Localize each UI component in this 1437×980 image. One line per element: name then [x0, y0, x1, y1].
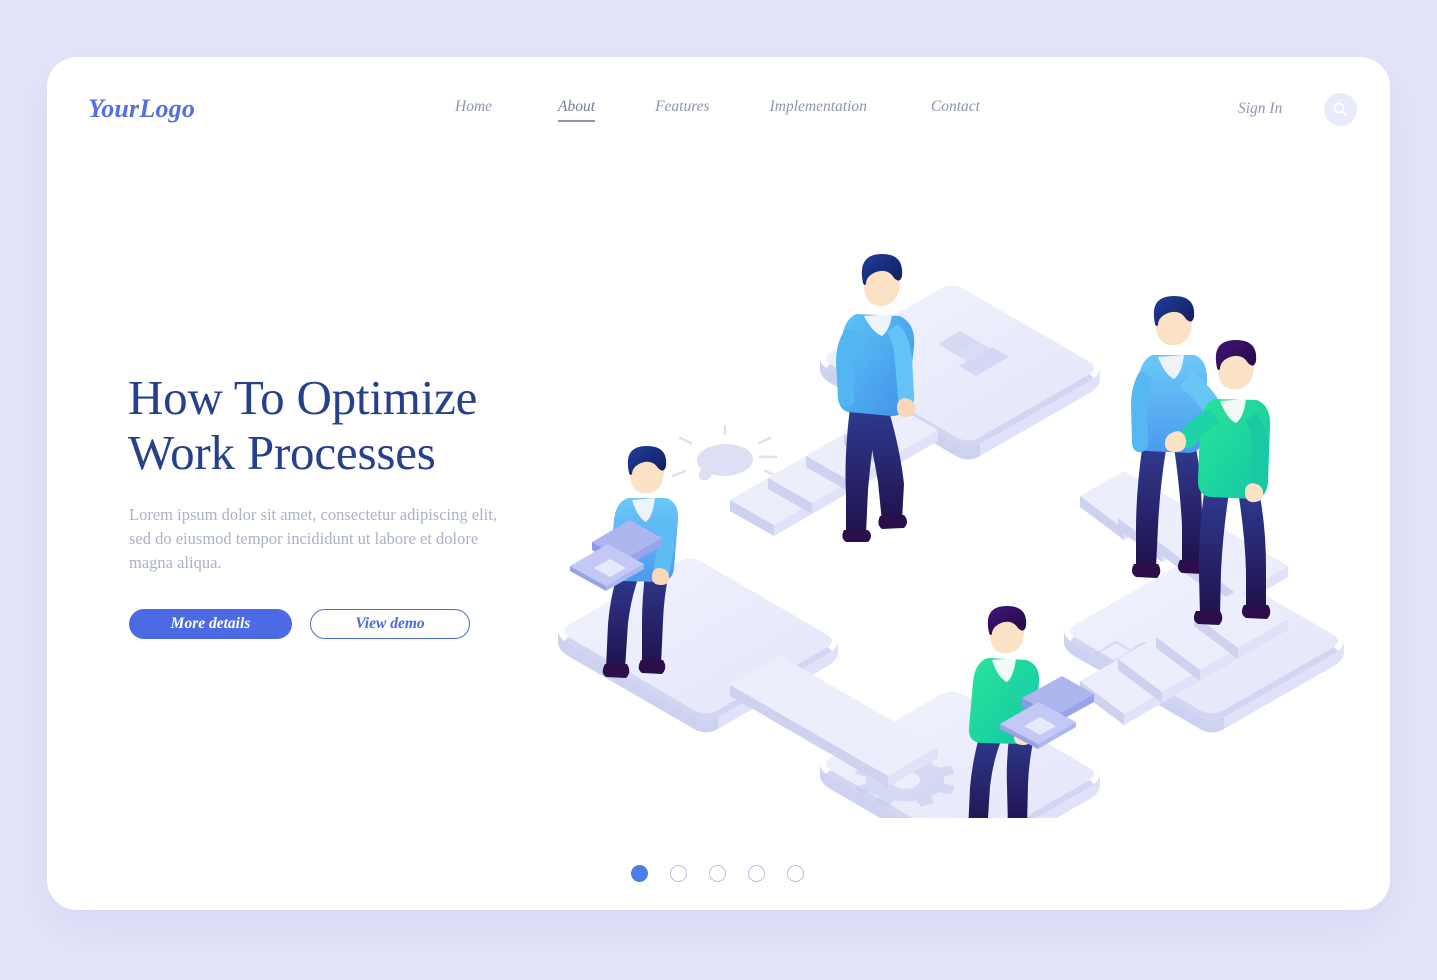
search-icon — [1333, 102, 1348, 117]
staircase-top-left — [730, 405, 938, 536]
carousel-dot-3[interactable] — [709, 865, 726, 882]
nav-item-home[interactable]: Home — [455, 98, 492, 122]
carousel-dot-4[interactable] — [748, 865, 765, 882]
nav-item-about[interactable]: About — [558, 98, 596, 122]
carousel-dots — [631, 865, 826, 882]
more-details-button[interactable]: More details — [129, 609, 292, 639]
lightbulb-icon — [671, 424, 779, 481]
headline-line-1: How To Optimize — [128, 370, 478, 425]
view-demo-button[interactable]: View demo — [310, 609, 470, 639]
carousel-dot-5[interactable] — [787, 865, 804, 882]
carousel-dot-2[interactable] — [670, 865, 687, 882]
figure-man-walking-upstairs — [836, 254, 916, 542]
search-button[interactable] — [1324, 93, 1357, 126]
hero-paragraph: Lorem ipsum dolor sit amet, consectetur … — [129, 505, 497, 572]
headline-line-2: Work Processes — [128, 425, 436, 480]
nav-item-contact[interactable]: Contact — [931, 98, 980, 122]
logo[interactable]: YourLogo — [88, 94, 195, 124]
hero-illustration — [540, 238, 1360, 818]
isometric-work-processes-illustration — [558, 254, 1344, 818]
nav-item-features[interactable]: Features — [655, 98, 710, 122]
page-root: YourLogo Home About Features Implementat… — [0, 0, 1437, 980]
nav-item-implementation[interactable]: Implementation — [770, 98, 867, 122]
page-title: How To Optimize Work Processes — [128, 370, 558, 480]
hero-button-row: More details View demo — [129, 609, 470, 639]
sign-in-link[interactable]: Sign In — [1238, 100, 1282, 118]
carousel-dot-1[interactable] — [631, 865, 648, 882]
main-nav: Home About Features Implementation Conta… — [455, 98, 980, 122]
